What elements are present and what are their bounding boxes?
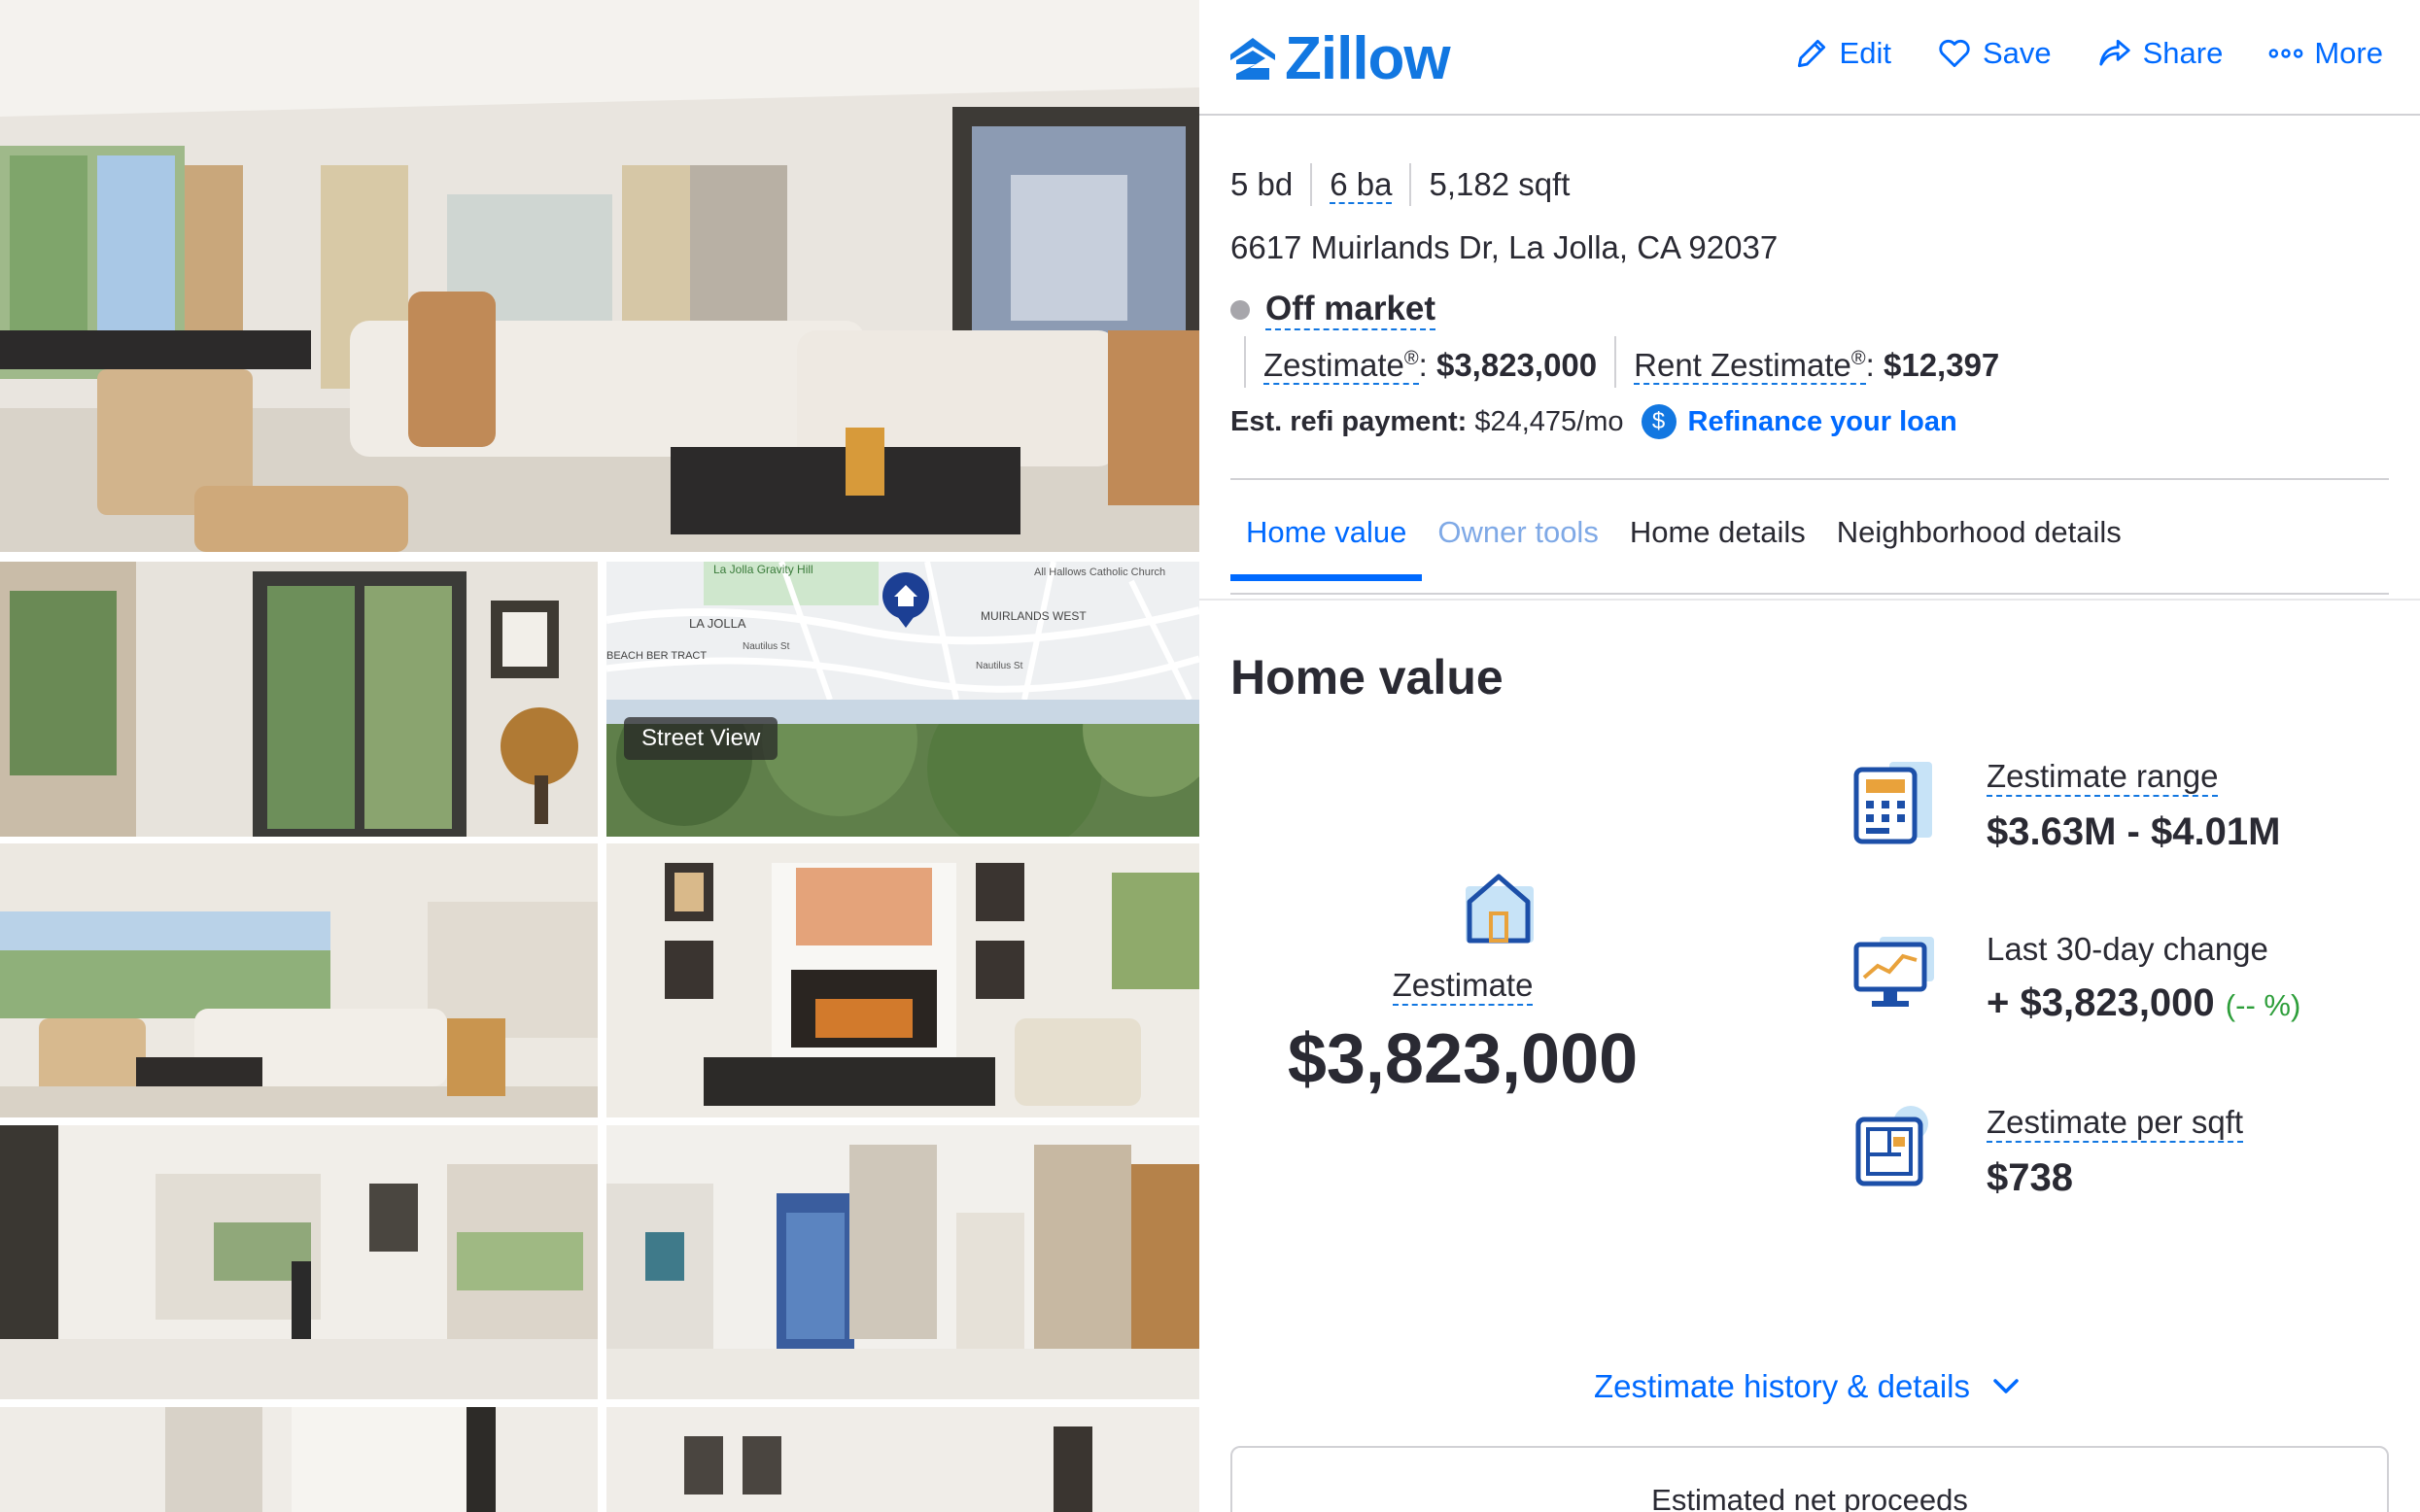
- zestimate-per-sqft-stat: Zestimate per sqft $738: [1850, 1104, 2244, 1200]
- beds-count: 5 bd: [1230, 163, 1313, 206]
- tab-home-value[interactable]: Home value: [1230, 505, 1423, 581]
- zestimate-link[interactable]: Zestimate®: [1263, 347, 1419, 385]
- zestimate-history-link[interactable]: Zestimate history & details: [1594, 1368, 2021, 1405]
- tab-home-details[interactable]: Home details: [1614, 505, 1821, 581]
- zestimate-range-stat: Zestimate range $3.63M - $4.01M: [1850, 758, 2280, 854]
- estimated-net-proceeds-card[interactable]: Estimated net proceeds: [1230, 1446, 2389, 1512]
- street-view-label: Street View: [624, 717, 778, 760]
- chevron-down-icon: [1993, 1379, 2019, 1393]
- change-label: Last 30-day change: [1987, 931, 2268, 967]
- calculator-icon: [1853, 762, 1932, 844]
- refi-label: Est. refi payment:: [1230, 405, 1468, 437]
- per-sqft-value: $738: [1987, 1156, 2073, 1199]
- rent-zestimate-item: Rent Zestimate®: $12,397: [1614, 336, 2017, 388]
- property-details-panel: Zillow Edit Save Share More 5 bd 6 ba 5,…: [1199, 0, 2420, 1512]
- section-tabs: Home value Owner tools Home details Neig…: [1230, 505, 2137, 591]
- more-button[interactable]: More: [2267, 35, 2383, 72]
- change-row: + $3,823,000 (-- %): [1987, 981, 2300, 1025]
- zestimate-value: $3,823,000: [1287, 1020, 1639, 1098]
- sqft-value: 5,182 sqft: [1429, 166, 1571, 202]
- status-dot-icon: [1230, 300, 1250, 320]
- floorplan-icon: [1855, 1106, 1928, 1186]
- property-address: 6617 Muirlands Dr, La Jolla, CA 92037: [1230, 229, 1779, 265]
- save-button[interactable]: Save: [1936, 35, 2052, 72]
- map-label: BEACH BER TRACT: [606, 650, 707, 662]
- map-label: La Jolla Gravity Hill: [713, 563, 813, 576]
- status-text[interactable]: Off market: [1265, 290, 1436, 330]
- top-bar: Zillow Edit Save Share More: [1199, 0, 2420, 116]
- heart-icon: [1939, 39, 1970, 68]
- dollar-icon: $: [1641, 404, 1677, 439]
- section-title: Home value: [1230, 650, 1504, 704]
- photo-foyer[interactable]: [0, 1125, 598, 1399]
- photo-fireplace[interactable]: [606, 843, 1199, 1117]
- change-value: + $3,823,000: [1987, 981, 2215, 1024]
- property-facts: 5 bd 6 ba 5,182 sqft: [1230, 163, 1587, 206]
- zestimate-summary-value: $3,823,000: [1435, 347, 1598, 383]
- proceeds-title: Estimated net proceeds: [1651, 1483, 1968, 1512]
- refinance-row: Est. refi payment: $24,475/mo $ Refinanc…: [1230, 404, 1957, 439]
- zestimate-block: Zestimate $3,823,000: [1287, 967, 1639, 1099]
- brand-name: Zillow: [1285, 25, 1451, 92]
- monitor-chart-icon: [1853, 937, 1934, 1007]
- zestimate-range-label[interactable]: Zestimate range: [1987, 758, 2219, 797]
- map-label: Nautilus St: [743, 641, 790, 652]
- last-30-day-change-stat: Last 30-day change + $3,823,000 (-- %): [1850, 931, 2300, 1025]
- divider: [1230, 593, 2389, 595]
- map-label: All Hallows Catholic Church: [1034, 567, 1165, 578]
- main-photo[interactable]: [0, 0, 1199, 552]
- zestimate-range-value: $3.63M - $4.01M: [1987, 810, 2281, 853]
- photo-hallway[interactable]: [606, 1125, 1199, 1399]
- share-icon: [2098, 39, 2130, 66]
- refi-value: $24,475/mo: [1474, 405, 1624, 437]
- more-dots-icon: [2268, 49, 2303, 58]
- rent-zestimate-link[interactable]: Rent Zestimate®: [1634, 347, 1866, 385]
- save-label: Save: [1982, 36, 2052, 70]
- location-map[interactable]: La Jolla Gravity Hill All Hallows Cathol…: [606, 562, 1199, 700]
- baths-value[interactable]: 6 ba: [1330, 166, 1393, 204]
- map-label: LA JOLLA: [689, 616, 746, 631]
- header-actions: Edit Save Share More: [1793, 35, 2383, 72]
- photo-gallery: La Jolla Gravity Hill All Hallows Cathol…: [0, 0, 1199, 1512]
- zillow-logo[interactable]: Zillow: [1228, 25, 1451, 92]
- rent-zestimate-label: Rent Zestimate: [1634, 347, 1851, 383]
- tab-owner-tools[interactable]: Owner tools: [1422, 505, 1613, 581]
- change-percent: (-- %): [2225, 988, 2301, 1022]
- share-label: Share: [2142, 36, 2224, 70]
- edit-label: Edit: [1839, 36, 1891, 70]
- photo-corridor[interactable]: [606, 1407, 1199, 1512]
- divider: [1230, 478, 2389, 480]
- edit-button[interactable]: Edit: [1793, 35, 1891, 72]
- divider: [1199, 599, 2420, 601]
- history-link-label: Zestimate history & details: [1594, 1368, 1970, 1404]
- zestimate-summary-item: Zestimate®: $3,823,000: [1244, 336, 1614, 388]
- per-sqft-label[interactable]: Zestimate per sqft: [1987, 1104, 2244, 1143]
- share-button[interactable]: Share: [2096, 35, 2224, 72]
- refinance-link[interactable]: Refinance your loan: [1688, 406, 1957, 438]
- photo-entry-door[interactable]: [0, 562, 598, 837]
- baths-count[interactable]: 6 ba: [1312, 163, 1412, 206]
- map-label: MUIRLANDS WEST: [981, 609, 1087, 623]
- house-icon: [1460, 863, 1538, 945]
- pencil-icon: [1797, 39, 1825, 68]
- photo-interior[interactable]: [0, 1407, 598, 1512]
- map-label: Nautilus St: [976, 661, 1023, 671]
- photo-family-room[interactable]: [0, 843, 598, 1117]
- street-view-photo[interactable]: Street View: [606, 700, 1199, 837]
- zestimate-summary: Zestimate®: $3,823,000 Rent Zestimate®: …: [1244, 336, 2017, 388]
- zestimate-summary-label: Zestimate: [1263, 347, 1404, 383]
- tab-neighborhood-details[interactable]: Neighborhood details: [1821, 505, 2137, 581]
- zestimate-label[interactable]: Zestimate: [1392, 967, 1534, 1006]
- rent-zestimate-value: $12,397: [1883, 347, 2000, 383]
- zillow-logo-icon: [1230, 38, 1275, 80]
- more-label: More: [2314, 36, 2383, 70]
- listing-status: Off market: [1230, 290, 1436, 330]
